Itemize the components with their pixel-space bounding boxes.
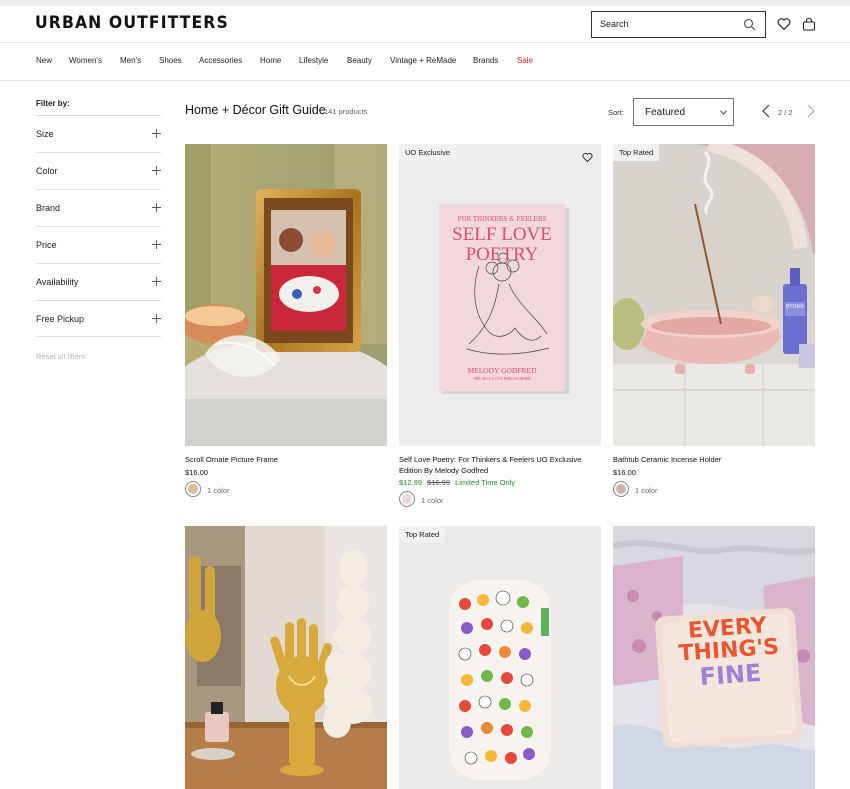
color-count: 1 color <box>421 496 444 505</box>
color-count: 1 color <box>635 486 658 495</box>
filter-label: Price <box>36 240 57 250</box>
nav-item-brands[interactable]: Brands <box>473 56 498 65</box>
reset-filters-link[interactable]: Reset all filters <box>36 352 85 361</box>
book-title-line-1: SELF LOVE <box>452 224 552 245</box>
nav-item-home[interactable]: Home <box>260 56 281 65</box>
product-card[interactable]: Scroll Ornate Picture Frame $16.00 1 col… <box>185 144 387 499</box>
filter-label: Size <box>36 129 54 139</box>
filter-label: Color <box>36 166 58 176</box>
bathtub-incense-holder-photo <box>613 144 815 446</box>
main-navigation: New Women's Men's Shoes Accessories Home… <box>0 43 850 81</box>
shopping-bag-icon[interactable] <box>802 17 816 31</box>
color-swatches: 1 color <box>185 481 387 499</box>
product-badge: UO Exclusive <box>399 144 457 161</box>
search-placeholder: Search <box>600 19 629 29</box>
nav-item-sale[interactable]: Sale <box>517 56 533 65</box>
color-swatch[interactable] <box>399 491 415 507</box>
sort-dropdown[interactable]: Featured <box>633 98 734 126</box>
nav-item-womens[interactable]: Women's <box>69 56 102 65</box>
product-badge: Top Rated <box>613 144 660 161</box>
site-logo[interactable]: URBAN OUTFITTERS <box>35 13 229 33</box>
poetry-book-photo <box>399 144 601 446</box>
nav-item-vintage-remade[interactable]: Vintage + ReMade <box>390 56 456 65</box>
product-name[interactable]: Bathtub Ceramic Incense Holder <box>613 454 815 465</box>
expand-plus-icon <box>152 129 161 138</box>
filter-heading: Filter by: <box>36 99 70 108</box>
nav-item-beauty[interactable]: Beauty <box>347 56 372 65</box>
product-image[interactable]: FOR THINKERS & FEELERS SELF LOVE POETRY … <box>399 144 601 446</box>
nav-item-accessories[interactable]: Accessories <box>199 56 242 65</box>
product-price: $16.00 <box>185 468 208 477</box>
expand-plus-icon <box>152 203 161 212</box>
product-card[interactable]: Top Rated <box>399 526 601 789</box>
book-kicker: FOR THINKERS & FEELERS <box>457 216 547 223</box>
filter-size[interactable]: Size <box>36 115 161 152</box>
product-card[interactable]: EVERY THING'S FINE <box>613 526 815 789</box>
product-card[interactable]: BYOMA Top Rated Bathtub Ceramic Incense … <box>613 144 815 499</box>
filter-list: Size Color Brand Price Availability Free… <box>36 115 161 337</box>
filter-price[interactable]: Price <box>36 226 161 263</box>
filter-label: Availability <box>36 277 79 287</box>
product-card[interactable] <box>185 526 387 789</box>
picture-frame-photo <box>185 144 387 446</box>
nav-item-mens[interactable]: Men's <box>120 56 141 65</box>
search-icon[interactable] <box>743 18 756 31</box>
product-price: $12.99 $16.99 Limited Time Only <box>399 478 601 487</box>
original-price: $16.99 <box>427 478 450 487</box>
product-name[interactable]: Self Love Poetry: For Thinkers & Feelers… <box>399 454 601 476</box>
next-page-icon[interactable] <box>806 104 816 118</box>
color-swatches: 1 color <box>613 481 815 499</box>
product-price: $16.00 <box>613 468 636 477</box>
filter-label: Free Pickup <box>36 314 85 324</box>
expand-plus-icon <box>152 166 161 175</box>
filter-brand[interactable]: Brand <box>36 189 161 226</box>
product-name[interactable]: Scroll Ornate Picture Frame <box>185 454 387 465</box>
product-image[interactable] <box>185 526 387 789</box>
book-footer: THE SELF LOVE PHILOSOPHER <box>473 376 531 381</box>
nav-item-lifestyle[interactable]: Lifestyle <box>299 56 328 65</box>
site-header: URBAN OUTFITTERS Search <box>0 6 850 43</box>
product-image[interactable]: Top Rated <box>399 526 601 789</box>
promo-label: Limited Time Only <box>455 478 516 487</box>
color-count: 1 color <box>207 486 230 495</box>
color-swatches: 1 color <box>399 491 601 509</box>
filter-free-pickup[interactable]: Free Pickup <box>36 300 161 337</box>
filter-color[interactable]: Color <box>36 152 161 189</box>
previous-page-icon[interactable] <box>761 104 771 118</box>
chevron-down-icon <box>720 110 727 115</box>
page-indicator: 2 / 2 <box>778 108 793 117</box>
search-input[interactable]: Search <box>591 11 766 38</box>
sale-price: $12.99 <box>399 478 422 487</box>
product-image[interactable]: EVERY THING'S FINE <box>613 526 815 789</box>
expand-plus-icon <box>152 314 161 323</box>
book-title-line-2: POETRY <box>465 244 539 265</box>
filter-availability[interactable]: Availability <box>36 263 161 300</box>
product-count: 141 products <box>324 107 368 116</box>
bottle-label: BYOMA <box>785 304 805 310</box>
color-swatch[interactable] <box>185 481 201 497</box>
product-image[interactable]: BYOMA Top Rated <box>613 144 815 446</box>
gold-hand-decor-photo <box>185 526 387 789</box>
wishlist-heart-icon[interactable] <box>777 17 791 31</box>
product-image[interactable] <box>185 144 387 446</box>
nav-item-new[interactable]: New <box>36 56 52 65</box>
expand-plus-icon <box>152 277 161 286</box>
heart-icon[interactable] <box>582 152 593 163</box>
sort-selected-value: Featured <box>645 107 686 118</box>
product-card[interactable]: FOR THINKERS & FEELERS SELF LOVE POETRY … <box>399 144 601 509</box>
expand-plus-icon <box>152 240 161 249</box>
nav-item-shoes[interactable]: Shoes <box>159 56 182 65</box>
sort-label: Sort: <box>608 108 624 117</box>
filter-label: Brand <box>36 203 61 213</box>
hello-kitty-pouch-photo <box>399 526 601 789</box>
color-swatch[interactable] <box>613 481 629 497</box>
page-title: Home + Décor Gift Guide <box>185 103 326 117</box>
product-badge: Top Rated <box>399 526 446 543</box>
book-author: MELODY GODFRED <box>467 366 537 375</box>
pillow-text: EVERY THING'S FINE <box>663 613 796 693</box>
